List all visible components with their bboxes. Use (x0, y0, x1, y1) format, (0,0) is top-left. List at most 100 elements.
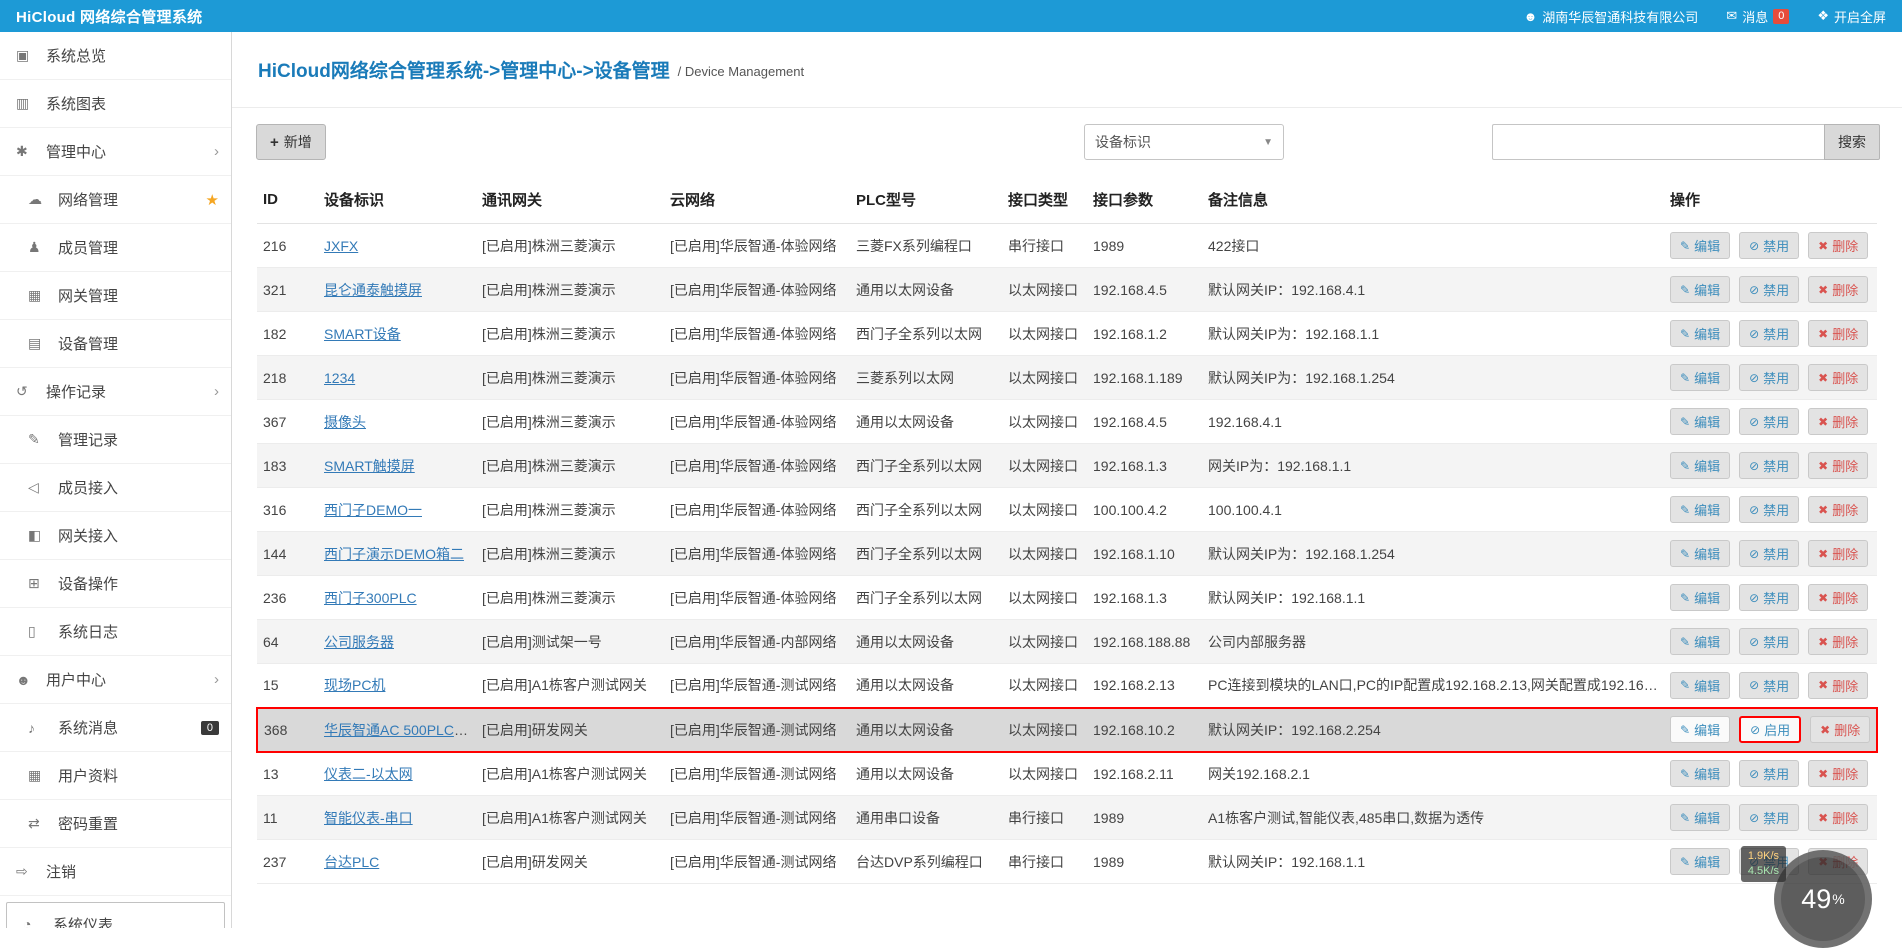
toggle-enable-button[interactable]: ⊘ 禁用 (1739, 804, 1799, 831)
device-name-link[interactable]: 西门子DEMO一 (324, 502, 422, 518)
messages-menu[interactable]: ✉ 消息 0 (1726, 7, 1789, 26)
device-name-link[interactable]: 仪表二-以太网 (324, 766, 413, 782)
filter-field-dropdown[interactable]: 设备标识 ▼ (1084, 124, 1284, 160)
toggle-enable-button[interactable]: ⊘ 禁用 (1739, 364, 1799, 391)
edit-button[interactable]: ✎ 编辑 (1670, 716, 1730, 743)
device-name-cell: 摄像头 (318, 400, 476, 444)
sidebar-item-system-dashboard[interactable]: ◔ 系统仪表 (6, 902, 225, 928)
gateway-cell: [已启用]株洲三菱演示 (476, 576, 664, 620)
edit-button[interactable]: ✎ 编辑 (1670, 540, 1730, 567)
delete-button[interactable]: ✖ 删除 (1808, 672, 1868, 699)
toggle-enable-button[interactable]: ⊘ 禁用 (1739, 408, 1799, 435)
delete-button[interactable]: ✖ 删除 (1808, 276, 1868, 303)
edit-button[interactable]: ✎ 编辑 (1670, 364, 1730, 391)
device-name-link[interactable]: 公司服务器 (324, 634, 394, 650)
add-device-button[interactable]: + 新增 (256, 124, 326, 160)
sidebar-item-member-mgmt[interactable]: ♟ 成员管理 (0, 224, 231, 272)
delete-button[interactable]: ✖ 删除 (1808, 408, 1868, 435)
gateway-cell: [已启用]A1栋客户测试网关 (476, 752, 664, 796)
edit-button[interactable]: ✎ 编辑 (1670, 276, 1730, 303)
toggle-enable-button[interactable]: ⊘ 禁用 (1739, 584, 1799, 611)
edit-button[interactable]: ✎ 编辑 (1670, 584, 1730, 611)
toggle-enable-button[interactable]: ⊘ 禁用 (1739, 320, 1799, 347)
sidebar-item-device-operation[interactable]: ⊞ 设备操作 (0, 560, 231, 608)
cloud-network-cell: [已启用]华辰智通-测试网络 (664, 664, 850, 708)
sidebar-item-overview[interactable]: ▣ 系统总览 (0, 32, 231, 80)
device-name-link[interactable]: 西门子300PLC (324, 590, 417, 606)
sidebar-item-logout[interactable]: ⇨ 注销 (0, 848, 231, 896)
plc-model-cell: 西门子全系列以太网 (850, 444, 1002, 488)
toggle-enable-button[interactable]: ⊘ 禁用 (1739, 232, 1799, 259)
toggle-enable-button[interactable]: ⊘ 禁用 (1739, 672, 1799, 699)
delete-button[interactable]: ✖ 删除 (1808, 364, 1868, 391)
edit-button[interactable]: ✎ 编辑 (1670, 232, 1730, 259)
note-cell: 公司内部服务器 (1202, 620, 1664, 664)
sidebar-item-label: 密码重置 (58, 813, 219, 834)
chevron-right-icon: › (214, 671, 219, 688)
user-icon: ☻ (1524, 9, 1538, 24)
delete-button[interactable]: ✖ 删除 (1808, 496, 1868, 523)
toggle-enable-button[interactable]: ⊘ 禁用 (1739, 276, 1799, 303)
device-name-link[interactable]: 西门子演示DEMO箱二 (324, 546, 464, 562)
edit-button[interactable]: ✎ 编辑 (1670, 804, 1730, 831)
delete-button[interactable]: ✖ 删除 (1808, 804, 1868, 831)
fullscreen-toggle[interactable]: ❖ 开启全屏 (1817, 7, 1886, 26)
toggle-enable-button[interactable]: ⊘ 禁用 (1739, 760, 1799, 787)
delete-button[interactable]: ✖ 删除 (1808, 232, 1868, 259)
plc-model-cell: 西门子全系列以太网 (850, 488, 1002, 532)
delete-button[interactable]: ✖ 删除 (1808, 452, 1868, 479)
device-name-link[interactable]: 台达PLC (324, 854, 379, 870)
sidebar-item-user-center[interactable]: ☻ 用户中心 › (0, 656, 231, 704)
device-name-link[interactable]: SMART设备 (324, 326, 401, 342)
cloud-icon: ☁ (28, 191, 52, 208)
delete-button[interactable]: ✖ 删除 (1810, 716, 1870, 743)
sidebar-item-member-access[interactable]: ◁ 成员接入 (0, 464, 231, 512)
edit-button[interactable]: ✎ 编辑 (1670, 628, 1730, 655)
sidebar-item-gateway-mgmt[interactable]: ▦ 网关管理 (0, 272, 231, 320)
company-menu[interactable]: ☻ 湖南华辰智通科技有限公司 (1524, 7, 1699, 26)
device-name-link[interactable]: 昆仑通泰触摸屏 (324, 282, 422, 298)
sidebar-item-system-log[interactable]: ▯ 系统日志 (0, 608, 231, 656)
edit-button[interactable]: ✎ 编辑 (1670, 848, 1730, 875)
toggle-enable-button[interactable]: ⊘ 禁用 (1739, 452, 1799, 479)
edit-button[interactable]: ✎ 编辑 (1670, 320, 1730, 347)
plus-grid-icon: ⊞ (28, 575, 52, 592)
search-button[interactable]: 搜索 (1824, 124, 1880, 160)
toggle-enable-button[interactable]: ⊘ 禁用 (1739, 628, 1799, 655)
sidebar-item-operation-log[interactable]: ↺ 操作记录 › (0, 368, 231, 416)
edit-button[interactable]: ✎ 编辑 (1670, 408, 1730, 435)
delete-button[interactable]: ✖ 删除 (1808, 540, 1868, 567)
toggle-enable-button[interactable]: ⊘ 启用 (1739, 716, 1801, 743)
sidebar-item-admin-log[interactable]: ✎ 管理记录 (0, 416, 231, 464)
delete-button[interactable]: ✖ 删除 (1808, 760, 1868, 787)
trash-icon: ✖ (1818, 459, 1828, 473)
delete-button[interactable]: ✖ 删除 (1808, 584, 1868, 611)
delete-button[interactable]: ✖ 删除 (1808, 320, 1868, 347)
network-monitor-overlay[interactable]: 1.9K/s 4.5K/s 49 % (1774, 850, 1872, 948)
sidebar-item-password-reset[interactable]: ⇄ 密码重置 (0, 800, 231, 848)
device-name-link[interactable]: 1234 (324, 370, 355, 386)
percent-circle[interactable]: 49 % (1774, 850, 1872, 948)
sidebar-item-user-profile[interactable]: ▦ 用户资料 (0, 752, 231, 800)
sidebar-item-device-mgmt[interactable]: ▤ 设备管理 (0, 320, 231, 368)
edit-button[interactable]: ✎ 编辑 (1670, 672, 1730, 699)
sidebar-item-network-mgmt[interactable]: ☁ 网络管理 ★ (0, 176, 231, 224)
edit-button[interactable]: ✎ 编辑 (1670, 496, 1730, 523)
device-name-link[interactable]: JXFX (324, 238, 358, 254)
edit-button[interactable]: ✎ 编辑 (1670, 760, 1730, 787)
device-name-link[interactable]: 摄像头 (324, 414, 366, 430)
plc-model-cell: 通用以太网设备 (850, 752, 1002, 796)
edit-button[interactable]: ✎ 编辑 (1670, 452, 1730, 479)
sidebar-item-admin-center[interactable]: ✱ 管理中心 › (0, 128, 231, 176)
sidebar-item-gateway-access[interactable]: ◧ 网关接入 (0, 512, 231, 560)
toggle-enable-button[interactable]: ⊘ 禁用 (1739, 540, 1799, 567)
device-name-link[interactable]: SMART触摸屏 (324, 458, 415, 474)
delete-button[interactable]: ✖ 删除 (1808, 628, 1868, 655)
device-name-link[interactable]: 华辰智通AC 500PLC001 (324, 722, 476, 738)
device-name-link[interactable]: 智能仪表-串口 (324, 810, 413, 826)
toggle-enable-button[interactable]: ⊘ 禁用 (1739, 496, 1799, 523)
search-input[interactable] (1492, 124, 1824, 160)
sidebar-item-charts[interactable]: ▥ 系统图表 (0, 80, 231, 128)
sidebar-item-system-messages[interactable]: ♪ 系统消息 0 (0, 704, 231, 752)
device-name-link[interactable]: 现场PC机 (324, 677, 385, 693)
